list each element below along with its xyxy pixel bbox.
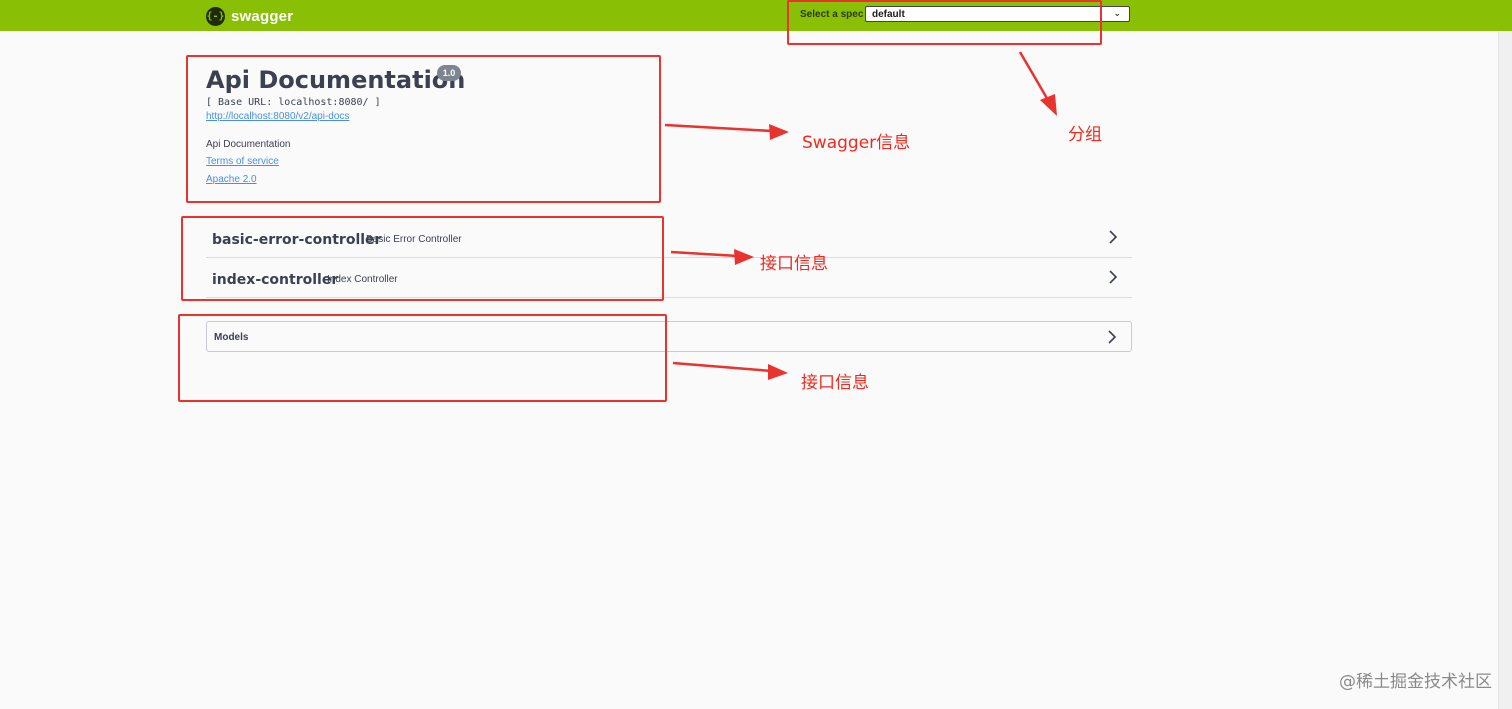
chevron-right-icon[interactable] [1108,269,1118,285]
chevron-right-icon[interactable] [1108,229,1118,245]
annotation-group: 分组 [1068,125,1102,145]
swagger-logo[interactable]: {-} swagger [206,5,293,27]
annotation-swagger-info: Swagger信息 [802,133,911,153]
annotation-box-info [186,55,661,203]
watermark: @稀土掘金技术社区 [1339,672,1492,692]
annotation-box-spec [787,0,1102,45]
annotation-api-info: 接口信息 [801,373,869,393]
annotation-api-info: 接口信息 [760,254,828,274]
annotation-box-controllers [181,216,664,301]
chevron-right-icon[interactable] [1107,329,1117,345]
swagger-logo-icon: {-} [206,6,225,26]
annotation-box-models [178,314,667,402]
vertical-scrollbar[interactable] [1498,31,1512,709]
chevron-down-icon: ⌄ [1113,8,1121,18]
top-bar: {-} swagger Select a spec default ⌄ [0,0,1512,31]
swagger-logo-text: swagger [231,7,294,25]
